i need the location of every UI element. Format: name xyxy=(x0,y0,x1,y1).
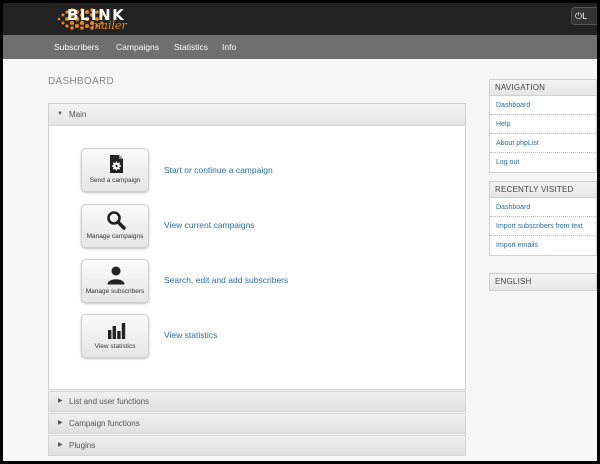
view-statistics-link[interactable]: View statistics xyxy=(164,330,217,340)
search-subscribers-link[interactable]: Search, edit and add subscribers xyxy=(164,275,288,285)
recent-item-dashboard[interactable]: Dashboard xyxy=(490,198,596,217)
bar-chart-icon xyxy=(108,323,126,339)
page-title: DASHBOARD xyxy=(48,76,115,87)
send-campaign-button[interactable]: Send a campaign xyxy=(81,148,149,192)
top-bar: BLINK mailer ⏻L xyxy=(3,3,597,35)
manage-subscribers-label: Manage subscribers xyxy=(85,288,145,295)
manage-subscribers-button[interactable]: Manage subscribers xyxy=(81,259,149,303)
logout-label: L xyxy=(582,11,588,21)
view-campaigns-link[interactable]: View current campaigns xyxy=(164,220,255,230)
logo-subtitle: mailer xyxy=(91,19,127,32)
sidebar-item-dashboard[interactable]: Dashboard xyxy=(490,96,596,115)
panel-title: Campaign functions xyxy=(69,419,140,428)
list-user-functions-panel[interactable]: ▶ List and user functions xyxy=(48,391,466,412)
content-area: DASHBOARD ▼ Main Send a campaign Start o… xyxy=(3,59,597,461)
sidebar-item-help[interactable]: Help xyxy=(490,115,596,134)
main-panel-title: Main xyxy=(69,110,87,119)
panel-title: List and user functions xyxy=(69,397,150,406)
navigation-box: NAVIGATION Dashboard Help About phpList … xyxy=(489,79,597,173)
main-nav: Subscribers Campaigns Statistics Info xyxy=(3,35,597,59)
nav-statistics[interactable]: Statistics xyxy=(174,42,208,52)
manage-campaigns-button[interactable]: Manage campaigns xyxy=(81,204,149,248)
triangle-right-icon: ▶ xyxy=(58,398,63,404)
triangle-down-icon: ▼ xyxy=(57,111,63,117)
main-panel: ▼ Main Send a campaign Start or continue… xyxy=(48,103,466,390)
recent-item-import-emails[interactable]: Import emails xyxy=(490,236,596,255)
manage-campaigns-label: Manage campaigns xyxy=(86,233,144,240)
navigation-title: NAVIGATION xyxy=(490,80,596,96)
recent-item-import-text[interactable]: Import subscribers from text xyxy=(490,217,596,236)
main-panel-header[interactable]: ▼ Main xyxy=(49,104,465,126)
sidebar-item-logout[interactable]: Log out xyxy=(490,153,596,172)
nav-subscribers[interactable]: Subscribers xyxy=(54,42,99,52)
nav-campaigns[interactable]: Campaigns xyxy=(116,42,159,52)
person-icon xyxy=(107,266,125,285)
view-statistics-button[interactable]: View statistics xyxy=(81,314,149,358)
language-selector[interactable]: ENGLISH xyxy=(490,274,596,290)
nav-info[interactable]: Info xyxy=(222,42,236,52)
sidebar-item-about[interactable]: About phpList xyxy=(490,134,596,153)
logout-button[interactable]: ⏻L xyxy=(571,7,597,25)
start-campaign-link[interactable]: Start or continue a campaign xyxy=(164,165,273,175)
magnifier-icon xyxy=(107,211,126,230)
triangle-right-icon: ▶ xyxy=(58,420,63,426)
recently-visited-title: RECENTLY VISITED xyxy=(490,182,596,198)
view-statistics-label: View statistics xyxy=(94,343,136,350)
panel-title: Plugins xyxy=(69,441,96,450)
triangle-right-icon: ▶ xyxy=(58,442,63,448)
language-box[interactable]: ENGLISH xyxy=(489,273,597,291)
campaign-functions-panel[interactable]: ▶ Campaign functions xyxy=(48,413,466,434)
app-window: BLINK mailer ⏻L Subscribers Campaigns St… xyxy=(3,3,597,461)
recently-visited-box: RECENTLY VISITED Dashboard Import subscr… xyxy=(489,181,597,256)
send-campaign-label: Send a campaign xyxy=(89,177,141,184)
document-gear-icon xyxy=(110,155,123,173)
plugins-panel[interactable]: ▶ Plugins xyxy=(48,435,466,456)
